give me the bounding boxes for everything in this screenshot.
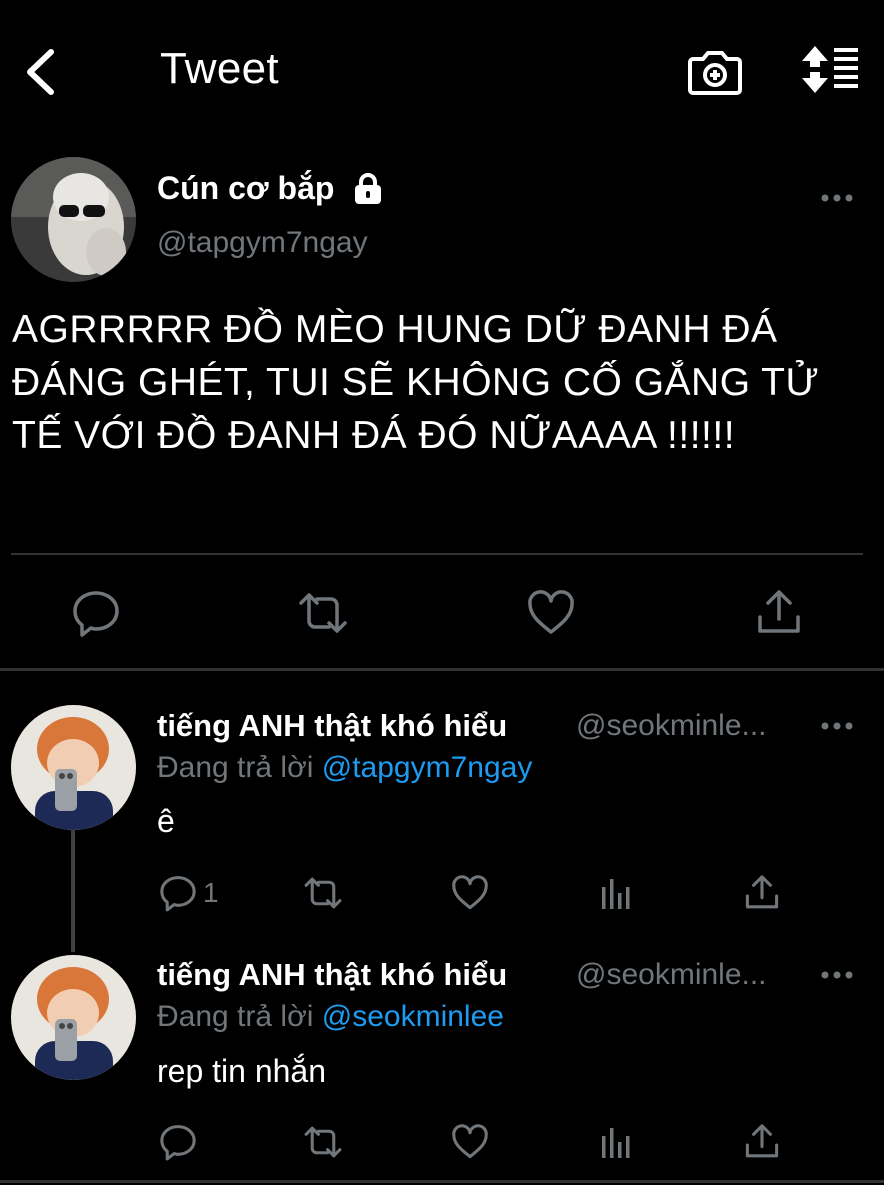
analytics-button[interactable]: [597, 873, 637, 913]
author-name[interactable]: Cún cơ bắp: [157, 170, 334, 207]
analytics-icon: [602, 1128, 630, 1158]
mention-link[interactable]: @seokminlee: [322, 1000, 504, 1033]
reply-text: ê: [157, 803, 175, 839]
sort-button[interactable]: [798, 44, 860, 98]
divider: [11, 553, 863, 555]
user-avatar-image: [11, 705, 136, 830]
more-options-button[interactable]: [820, 192, 856, 204]
avatar[interactable]: [11, 157, 136, 282]
retweet-button[interactable]: [303, 1122, 343, 1162]
back-chevron-icon: [27, 49, 54, 95]
retweet-button[interactable]: [297, 587, 349, 639]
share-button[interactable]: [742, 873, 782, 913]
analytics-button[interactable]: [597, 1122, 637, 1162]
reply-text: rep tin nhắn: [157, 1053, 327, 1089]
like-button[interactable]: [525, 587, 577, 639]
avatar[interactable]: [11, 705, 136, 830]
like-icon: [452, 1124, 488, 1159]
mention-link[interactable]: @tapgym7ngay: [322, 751, 533, 784]
reply-icon: [160, 876, 196, 912]
back-button[interactable]: [22, 46, 62, 98]
avatar[interactable]: [11, 955, 136, 1080]
reply-icon: [160, 1125, 196, 1161]
reply-author-name[interactable]: tiếng ANH thật khó hiểu: [157, 708, 507, 744]
like-button[interactable]: [450, 1122, 490, 1162]
more-icon: [821, 722, 853, 730]
like-button[interactable]: [450, 873, 490, 913]
more-options-button[interactable]: [820, 720, 856, 732]
replying-label: Đang trả lời: [157, 1000, 314, 1033]
share-icon: [745, 875, 779, 909]
reply-author-name[interactable]: tiếng ANH thật khó hiểu: [157, 957, 507, 993]
reply-count: 1: [203, 877, 219, 908]
replying-label: Đang trả lời: [157, 751, 314, 784]
retweet-button[interactable]: [303, 873, 343, 913]
camera-plus-icon: [688, 51, 742, 95]
analytics-icon: [602, 879, 630, 909]
share-button[interactable]: [742, 1122, 782, 1162]
reply-button[interactable]: [158, 1122, 198, 1162]
reply-author-handle[interactable]: @seokminle...: [576, 958, 767, 992]
user-avatar-image: [11, 955, 136, 1080]
share-button[interactable]: [753, 587, 805, 639]
retweet-icon: [299, 593, 347, 633]
share-icon: [758, 590, 800, 633]
share-icon: [745, 1124, 779, 1158]
camera-button[interactable]: [688, 44, 742, 98]
section-divider: [0, 668, 884, 671]
reply-button[interactable]: [158, 873, 198, 913]
more-icon: [821, 971, 853, 979]
reply-icon: [73, 591, 119, 637]
retweet-icon: [304, 877, 342, 909]
sort-icon: [802, 46, 858, 93]
replying-to: Đang trả lời @seokminlee: [157, 1000, 504, 1034]
lock-icon: [352, 172, 384, 206]
like-icon: [528, 590, 574, 634]
more-icon: [821, 194, 853, 202]
tweet-text: AGRRRRR ĐỒ MÈO HUNG DỮ ĐANH ĐÁ ĐÁNG GHÉT…: [12, 308, 820, 457]
dog-avatar-image: [11, 157, 136, 282]
replying-to: Đang trả lời @tapgym7ngay: [157, 751, 532, 785]
retweet-icon: [304, 1126, 342, 1158]
more-options-button[interactable]: [820, 969, 856, 981]
reply-author-handle[interactable]: @seokminle...: [576, 709, 767, 743]
reply-button[interactable]: [70, 587, 122, 639]
author-handle[interactable]: @tapgym7ngay: [157, 226, 368, 260]
like-icon: [452, 875, 488, 910]
page-title: Tweet: [160, 44, 279, 93]
thread-line: [71, 830, 75, 952]
divider: [0, 1180, 884, 1183]
